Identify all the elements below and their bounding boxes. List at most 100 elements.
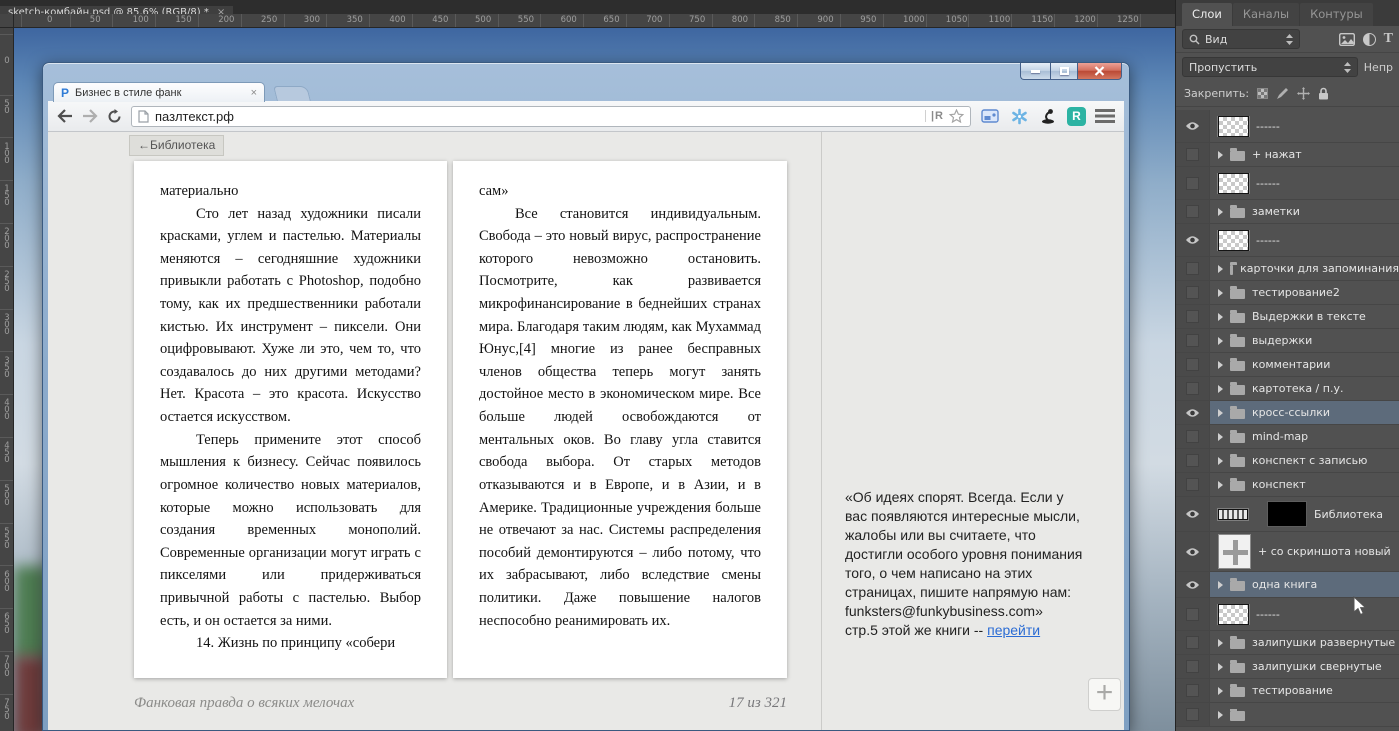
layer-row[interactable]: ------ (1176, 110, 1399, 143)
visibility-toggle[interactable] (1176, 598, 1210, 630)
layer-row[interactable]: + со скриншота новый (1176, 532, 1399, 572)
expand-triangle-icon[interactable] (1218, 480, 1223, 489)
layer-row[interactable]: залипушки свернутые (1176, 655, 1399, 679)
layer-name[interactable]: ------ (1256, 177, 1280, 190)
visibility-toggle[interactable] (1176, 497, 1210, 531)
visibility-toggle[interactable] (1176, 110, 1210, 142)
layer-row[interactable]: тестирование (1176, 679, 1399, 703)
forward-button[interactable] (82, 109, 98, 123)
layer-name[interactable]: кросс-ссылки (1252, 406, 1330, 419)
visibility-toggle[interactable] (1176, 401, 1210, 424)
layer-thumbnail[interactable] (1217, 172, 1250, 194)
layer-row[interactable]: карточки для запоминания (1176, 257, 1399, 281)
expand-triangle-icon[interactable] (1218, 686, 1223, 695)
layer-name[interactable]: Выдержки в тексте (1252, 310, 1366, 323)
tab-layers[interactable]: Слои (1182, 3, 1232, 26)
layer-row[interactable]: одна книга (1176, 572, 1399, 598)
layer-name[interactable]: картотека / п.у. (1252, 382, 1343, 395)
tab-paths[interactable]: Контуры (1300, 3, 1373, 26)
layer-row[interactable]: конспект с записью (1176, 449, 1399, 473)
extension-flower-icon[interactable] (1009, 108, 1029, 125)
add-note-button[interactable]: + (1088, 678, 1121, 711)
visibility-toggle[interactable] (1176, 679, 1210, 702)
layer-row[interactable]: конспект (1176, 473, 1399, 497)
visibility-toggle[interactable] (1176, 167, 1210, 199)
expand-triangle-icon[interactable] (1218, 336, 1223, 345)
layer-row[interactable]: ------ (1176, 167, 1399, 200)
layer-name[interactable]: заметки (1252, 205, 1300, 218)
minimize-button[interactable] (1020, 63, 1050, 80)
layer-row[interactable]: ------ (1176, 224, 1399, 257)
address-bar[interactable]: пазлтекст.рф | R (131, 105, 971, 127)
layer-name[interactable]: + со скриншота новый (1258, 545, 1391, 558)
layer-mask-thumbnail[interactable] (1267, 501, 1307, 527)
visibility-toggle[interactable] (1176, 329, 1210, 352)
expand-triangle-icon[interactable] (1218, 638, 1223, 647)
visibility-toggle[interactable] (1176, 631, 1210, 654)
layer-row[interactable]: кросс-ссылки (1176, 401, 1399, 425)
library-back-button[interactable]: ←Библиотека (129, 135, 225, 156)
extension-lamp-icon[interactable] (1038, 108, 1058, 124)
layer-name[interactable]: + нажат (1252, 148, 1302, 161)
layer-name[interactable]: тестирование (1252, 684, 1333, 697)
layer-name[interactable]: комментарии (1252, 358, 1330, 371)
filter-type-layers-icon[interactable]: T (1384, 31, 1393, 47)
bookmark-star-icon[interactable] (949, 109, 964, 123)
expand-triangle-icon[interactable] (1218, 288, 1223, 297)
layer-row[interactable]: комментарии (1176, 353, 1399, 377)
expand-triangle-icon[interactable] (1218, 384, 1223, 393)
layer-row[interactable]: картотека / п.у. (1176, 377, 1399, 401)
layer-row[interactable]: Библиотека (1176, 497, 1399, 532)
layer-row[interactable]: + нажат (1176, 143, 1399, 167)
expand-triangle-icon[interactable] (1218, 264, 1223, 273)
extension-screenshot-icon[interactable] (980, 109, 1000, 123)
layer-name[interactable]: выдержки (1252, 334, 1312, 347)
expand-triangle-icon[interactable] (1218, 312, 1223, 321)
back-button[interactable] (57, 109, 73, 123)
visibility-toggle[interactable] (1176, 532, 1210, 571)
url-text[interactable]: пазлтекст.рф (155, 109, 919, 124)
blend-mode-dropdown[interactable]: Пропустить (1182, 57, 1358, 77)
lock-transparency-icon[interactable] (1257, 88, 1269, 99)
visibility-toggle[interactable] (1176, 143, 1210, 166)
visibility-toggle[interactable] (1176, 703, 1210, 726)
layer-thumbnail[interactable] (1218, 534, 1251, 569)
layer-thumbnail[interactable] (1217, 603, 1250, 625)
visibility-toggle[interactable] (1176, 377, 1210, 400)
layer-row[interactable]: заметки (1176, 200, 1399, 224)
layer-name[interactable]: конспект (1252, 478, 1306, 491)
extension-r-app-icon[interactable]: R (1067, 106, 1086, 126)
browser-menu-icon[interactable] (1095, 109, 1115, 123)
expand-triangle-icon[interactable] (1218, 360, 1223, 369)
visibility-toggle[interactable] (1176, 655, 1210, 678)
visibility-toggle[interactable] (1176, 572, 1210, 597)
layer-name[interactable]: ------ (1256, 120, 1280, 133)
visibility-toggle[interactable] (1176, 473, 1210, 496)
layer-thumbnail[interactable] (1217, 229, 1250, 251)
visibility-toggle[interactable] (1176, 257, 1210, 280)
expand-triangle-icon[interactable] (1218, 580, 1223, 589)
visibility-toggle[interactable] (1176, 353, 1210, 376)
layer-row[interactable]: mind-map (1176, 425, 1399, 449)
layer-name[interactable]: ------ (1256, 234, 1280, 247)
visibility-toggle[interactable] (1176, 224, 1210, 256)
visibility-toggle[interactable] (1176, 200, 1210, 223)
lock-position-icon[interactable] (1297, 87, 1311, 100)
expand-triangle-icon[interactable] (1218, 456, 1223, 465)
rds-rank-icon[interactable]: | R (924, 110, 943, 122)
layer-name[interactable]: залипушки свернутые (1252, 660, 1382, 673)
layer-thumbnail[interactable] (1217, 115, 1250, 137)
filter-adjustment-layers-icon[interactable] (1362, 32, 1376, 46)
expand-triangle-icon[interactable] (1218, 432, 1223, 441)
goto-page-link[interactable]: перейти (987, 622, 1040, 638)
layer-row[interactable]: Выдержки в тексте (1176, 305, 1399, 329)
layer-name[interactable]: тестирование2 (1252, 286, 1340, 299)
visibility-toggle[interactable] (1176, 425, 1210, 448)
maximize-button[interactable] (1050, 63, 1078, 80)
expand-triangle-icon[interactable] (1218, 207, 1223, 216)
visibility-toggle[interactable] (1176, 449, 1210, 472)
tab-close-icon[interactable]: × (251, 87, 257, 99)
new-tab-button[interactable] (273, 86, 311, 101)
layer-name[interactable]: одна книга (1252, 578, 1317, 591)
expand-triangle-icon[interactable] (1218, 662, 1223, 671)
